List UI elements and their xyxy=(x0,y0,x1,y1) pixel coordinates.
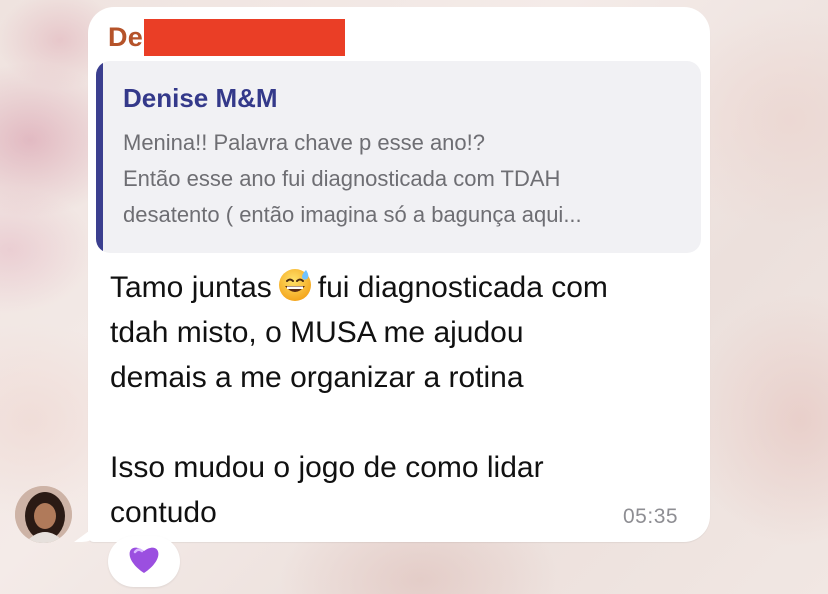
quoted-message[interactable]: Denise M&M Menina!! Palavra chave p esse… xyxy=(96,61,701,253)
quote-line: Menina!! Palavra chave p esse ano!? xyxy=(123,130,486,155)
quote-text: Menina!! Palavra chave p esse ano!? Entã… xyxy=(123,125,693,233)
quote-author: Denise M&M xyxy=(123,83,278,113)
purple-heart-icon xyxy=(127,544,161,579)
avatar[interactable] xyxy=(15,486,72,543)
message-timestamp: 05:35 xyxy=(623,505,679,528)
redaction-box xyxy=(143,18,345,56)
message-text-part: Tamo juntas xyxy=(110,271,272,304)
message-line-blank xyxy=(110,400,700,445)
message-line: demais a me organizar a rotina xyxy=(110,361,524,394)
message-text-part: fui diagnosticada com xyxy=(317,271,608,304)
quote-line: desatento ( então imagina só a bagunça a… xyxy=(123,202,582,227)
grinning-sweat-emoji-icon xyxy=(276,265,314,303)
sender-name: De xyxy=(108,21,143,52)
message-line: Tamo juntas fui diagnosticada com xyxy=(110,265,700,310)
message-text: Tamo juntas fui diagnosticada com tdah m… xyxy=(110,265,700,535)
reaction-chip[interactable] xyxy=(108,536,180,587)
sender-row: De xyxy=(108,18,345,56)
quote-line: Então esse ano fui diagnosticada com TDA… xyxy=(123,166,561,191)
message-line: Isso mudou o jogo de como lidar xyxy=(110,451,544,484)
message-line: tdah misto, o MUSA me ajudou xyxy=(110,316,524,349)
message-line: contudo xyxy=(110,496,217,529)
quote-accent-bar xyxy=(96,61,103,253)
